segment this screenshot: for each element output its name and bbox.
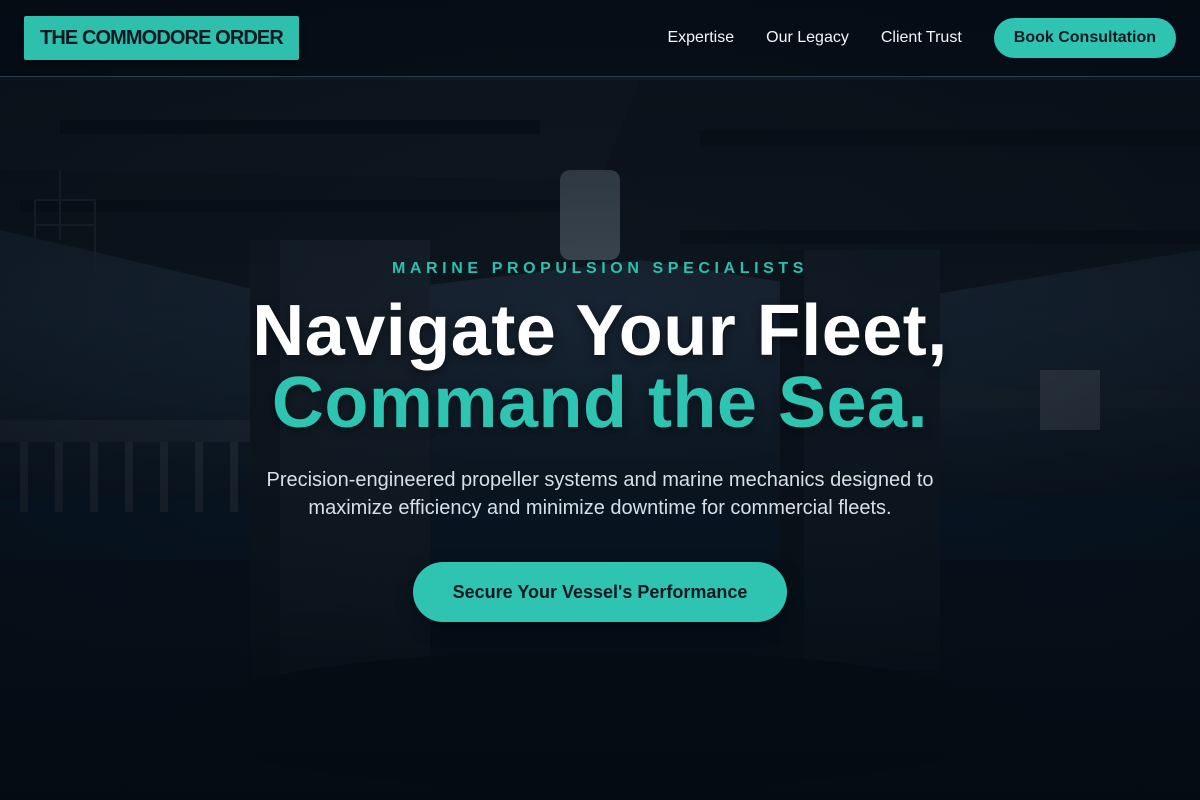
nav-link-client-trust[interactable]: Client Trust <box>881 29 962 47</box>
hero-subtext: Precision-engineered propeller systems a… <box>250 466 950 522</box>
brand-logo[interactable]: THE COMMODORE ORDER <box>24 16 299 60</box>
secure-performance-button[interactable]: Secure Your Vessel's Performance <box>413 562 787 622</box>
hero-section: MARINE PROPULSION SPECIALISTS Navigate Y… <box>0 77 1200 800</box>
hero-headline-line2: Command the Sea. <box>271 363 929 443</box>
hero-subtext-line1: Precision-engineered propeller systems a… <box>266 469 934 491</box>
main-nav: Expertise Our Legacy Client Trust Book C… <box>667 18 1176 58</box>
nav-link-our-legacy[interactable]: Our Legacy <box>766 29 849 47</box>
site-header: THE COMMODORE ORDER Expertise Our Legacy… <box>0 0 1200 77</box>
book-consultation-button[interactable]: Book Consultation <box>993 18 1176 58</box>
hero-headline: Navigate Your Fleet, Command the Sea. <box>0 295 1200 439</box>
hero-eyebrow: MARINE PROPULSION SPECIALISTS <box>391 260 809 277</box>
nav-link-expertise[interactable]: Expertise <box>667 29 734 47</box>
hero-subtext-line2: maximize efficiency and minimize downtim… <box>308 497 892 519</box>
hero-headline-line1: Navigate Your Fleet, <box>252 291 948 371</box>
